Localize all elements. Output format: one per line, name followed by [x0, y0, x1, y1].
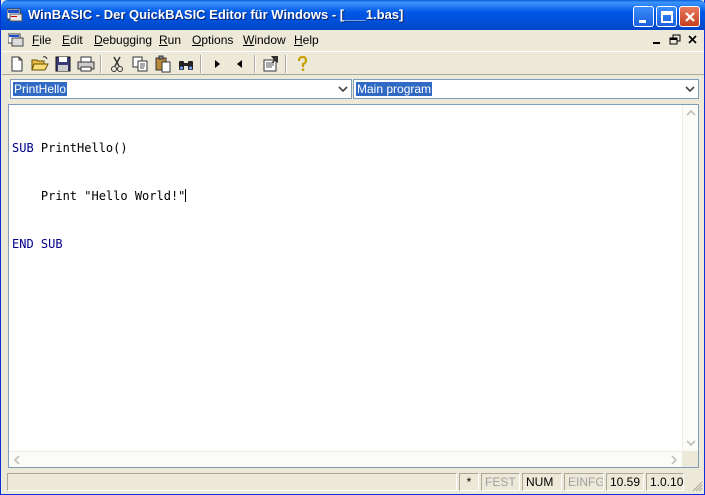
application-window: WinBASIC - Der QuickBASIC Editor für Win… — [0, 0, 705, 495]
toolbar — [2, 51, 704, 75]
menu-window[interactable]: Window — [243, 33, 286, 47]
procedure-dropdown-value: PrintHello — [13, 82, 68, 96]
chevron-down-icon[interactable] — [336, 81, 350, 97]
horizontal-scrollbar[interactable] — [9, 451, 682, 467]
code-text: Print "Hello World!" — [12, 189, 186, 203]
menu-help[interactable]: Help — [294, 33, 319, 47]
status-fest: FEST — [481, 473, 520, 491]
mdi-restore-icon[interactable] — [668, 33, 682, 47]
scroll-up-icon[interactable] — [683, 105, 699, 121]
code-line: SUB PrintHello() — [12, 140, 186, 156]
scope-dropdown-value: Main program — [356, 82, 433, 96]
title-bar[interactable]: WinBASIC - Der QuickBASIC Editor für Win… — [1, 0, 705, 30]
status-position: 10.59 — [606, 473, 644, 491]
keyword: END SUB — [12, 237, 63, 251]
menu-run[interactable]: Run — [159, 33, 181, 47]
mdi-close-icon[interactable] — [686, 33, 700, 47]
print-icon[interactable] — [77, 55, 95, 73]
open-folder-icon[interactable] — [31, 55, 49, 73]
status-einfg: EINFG — [564, 473, 604, 491]
paste-icon[interactable] — [154, 55, 172, 73]
properties-icon[interactable] — [262, 55, 280, 73]
code-line: END SUB — [12, 236, 186, 252]
toolbar-separator — [200, 55, 202, 73]
window-title: WinBASIC - Der QuickBASIC Editor für Win… — [28, 7, 404, 22]
keyword: SUB — [12, 141, 34, 155]
toolbar-separator — [254, 55, 256, 73]
app-icon — [6, 8, 23, 22]
menu-bar: File Edit Debugging Run Options Window H… — [2, 30, 704, 50]
copy-icon[interactable] — [131, 55, 149, 73]
text-caret — [185, 189, 187, 202]
cut-icon[interactable] — [108, 55, 126, 73]
code-editor[interactable]: SUB PrintHello() Print "Hello World!" EN… — [8, 104, 699, 468]
new-file-icon[interactable] — [8, 55, 26, 73]
code-line: Print "Hello World!" — [12, 188, 187, 204]
status-num: NUM — [522, 473, 562, 491]
scroll-right-icon[interactable] — [666, 452, 682, 468]
vertical-scrollbar[interactable] — [682, 105, 698, 451]
close-button[interactable] — [679, 6, 700, 27]
toolbar-separator — [100, 55, 102, 73]
scrollbar-corner — [682, 451, 698, 467]
mdi-minimize-icon[interactable] — [650, 33, 664, 47]
resize-grip-icon[interactable] — [691, 480, 703, 492]
procedure-dropdown[interactable]: PrintHello — [10, 79, 352, 99]
minimize-button[interactable] — [633, 6, 654, 27]
menu-file[interactable]: File — [32, 33, 51, 47]
help-icon[interactable] — [293, 55, 311, 73]
status-bar: * FEST NUM EINFG 10.59 1.0.10b — [2, 471, 704, 493]
code-lines[interactable]: SUB PrintHello() Print "Hello World!" EN… — [12, 108, 187, 284]
step-back-icon[interactable] — [231, 55, 249, 73]
menu-debugging[interactable]: Debugging — [94, 33, 152, 47]
chevron-down-icon[interactable] — [683, 81, 697, 97]
maximize-button[interactable] — [656, 6, 677, 27]
status-modified: * — [459, 473, 479, 491]
document-icon[interactable] — [7, 33, 24, 47]
scope-dropdown[interactable]: Main program — [353, 79, 699, 99]
menu-options[interactable]: Options — [192, 33, 233, 47]
step-forward-icon[interactable] — [208, 55, 226, 73]
status-message — [7, 473, 457, 491]
save-icon[interactable] — [54, 55, 72, 73]
toolbar-separator — [285, 55, 287, 73]
code-text: PrintHello() — [33, 141, 128, 155]
status-version: 1.0.10b — [646, 473, 684, 491]
scroll-left-icon[interactable] — [9, 452, 25, 468]
scroll-down-icon[interactable] — [683, 435, 699, 451]
find-icon[interactable] — [177, 55, 195, 73]
menu-edit[interactable]: Edit — [62, 33, 83, 47]
